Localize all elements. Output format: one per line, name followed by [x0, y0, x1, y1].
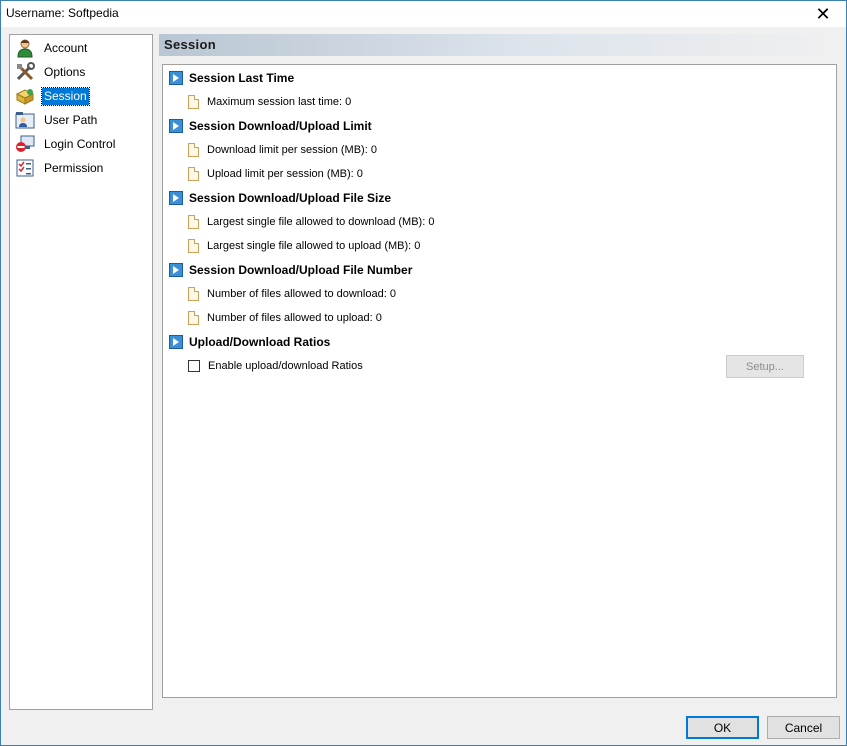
nav-item-options[interactable]: Options	[14, 61, 150, 83]
document-icon	[188, 311, 199, 325]
ok-button[interactable]: OK	[686, 716, 759, 739]
checkbox-label: Enable upload/download Ratios	[208, 360, 363, 372]
user-icon	[14, 37, 36, 59]
document-icon	[188, 239, 199, 253]
category-nav: Account Options Session User Path Login …	[9, 34, 153, 710]
group-label: Session Download/Upload File Number	[189, 263, 413, 277]
expand-arrow-icon	[169, 119, 183, 133]
nav-item-account[interactable]: Account	[14, 37, 150, 59]
document-icon	[188, 95, 199, 109]
setting-files-upload[interactable]: Number of files allowed to upload: 0	[188, 310, 382, 326]
group-label: Session Download/Upload File Size	[189, 191, 392, 205]
nav-item-label: Session	[41, 86, 90, 106]
document-icon	[188, 215, 199, 229]
nav-item-session[interactable]: Session	[14, 85, 150, 107]
nav-item-login-control[interactable]: Login Control	[14, 133, 150, 155]
group-file-size: Session Download/Upload File Size	[169, 190, 391, 206]
nav-item-label: User Path	[44, 112, 98, 127]
enable-ratios-row[interactable]: Enable upload/download Ratios	[188, 358, 363, 374]
document-icon	[188, 287, 199, 301]
group-session-last-time: Session Last Time	[169, 70, 294, 86]
group-label: Upload/Download Ratios	[189, 335, 331, 349]
setting-label: Download limit per session (MB): 0	[207, 144, 377, 156]
document-icon	[188, 167, 199, 181]
group-label: Session Last Time	[189, 71, 295, 85]
setting-label: Largest single file allowed to upload (M…	[207, 240, 421, 252]
section-header: Session	[159, 34, 841, 56]
setting-largest-upload[interactable]: Largest single file allowed to upload (M…	[188, 238, 420, 254]
document-icon	[188, 143, 199, 157]
login-control-icon	[14, 133, 36, 155]
folder-user-icon	[14, 109, 36, 131]
setting-largest-download[interactable]: Largest single file allowed to download …	[188, 214, 434, 230]
group-file-number: Session Download/Upload File Number	[169, 262, 412, 278]
group-session-limit: Session Download/Upload Limit	[169, 118, 372, 134]
setting-download-limit[interactable]: Download limit per session (MB): 0	[188, 142, 377, 158]
permission-icon	[14, 157, 36, 179]
settings-panel: Session Last Time Maximum session last t…	[162, 64, 837, 698]
setting-label: Number of files allowed to download: 0	[207, 288, 396, 300]
tools-icon	[14, 61, 36, 83]
setting-label: Largest single file allowed to download …	[207, 216, 435, 228]
setting-label: Maximum session last time: 0	[207, 96, 352, 108]
expand-arrow-icon	[169, 335, 183, 349]
group-ratios: Upload/Download Ratios	[169, 334, 330, 350]
group-label: Session Download/Upload Limit	[189, 119, 372, 133]
setting-files-download[interactable]: Number of files allowed to download: 0	[188, 286, 396, 302]
nav-item-label: Account	[44, 40, 88, 55]
expand-arrow-icon	[169, 71, 183, 85]
cancel-button[interactable]: Cancel	[767, 716, 840, 739]
close-button[interactable]: ✕	[800, 1, 846, 27]
nav-item-user-path[interactable]: User Path	[14, 109, 150, 131]
setting-label: Number of files allowed to upload: 0	[207, 312, 382, 324]
expand-arrow-icon	[169, 263, 183, 277]
setting-upload-limit[interactable]: Upload limit per session (MB): 0	[188, 166, 363, 182]
session-icon	[14, 85, 36, 107]
window-title: Username: Softpedia	[6, 6, 119, 20]
title-bar: Username: Softpedia ✕	[1, 1, 846, 27]
nav-item-label: Login Control	[44, 136, 116, 151]
enable-ratios-checkbox[interactable]	[188, 360, 200, 372]
nav-item-label: Options	[44, 64, 86, 79]
setup-button[interactable]: Setup...	[726, 355, 804, 378]
expand-arrow-icon	[169, 191, 183, 205]
nav-item-label: Permission	[44, 160, 104, 175]
setting-max-session-last-time[interactable]: Maximum session last time: 0	[188, 94, 351, 110]
dialog-window: Username: Softpedia ✕ Account Options Se…	[0, 0, 847, 746]
section-title: Session	[164, 37, 216, 52]
setting-label: Upload limit per session (MB): 0	[207, 168, 363, 180]
nav-item-permission[interactable]: Permission	[14, 157, 150, 179]
